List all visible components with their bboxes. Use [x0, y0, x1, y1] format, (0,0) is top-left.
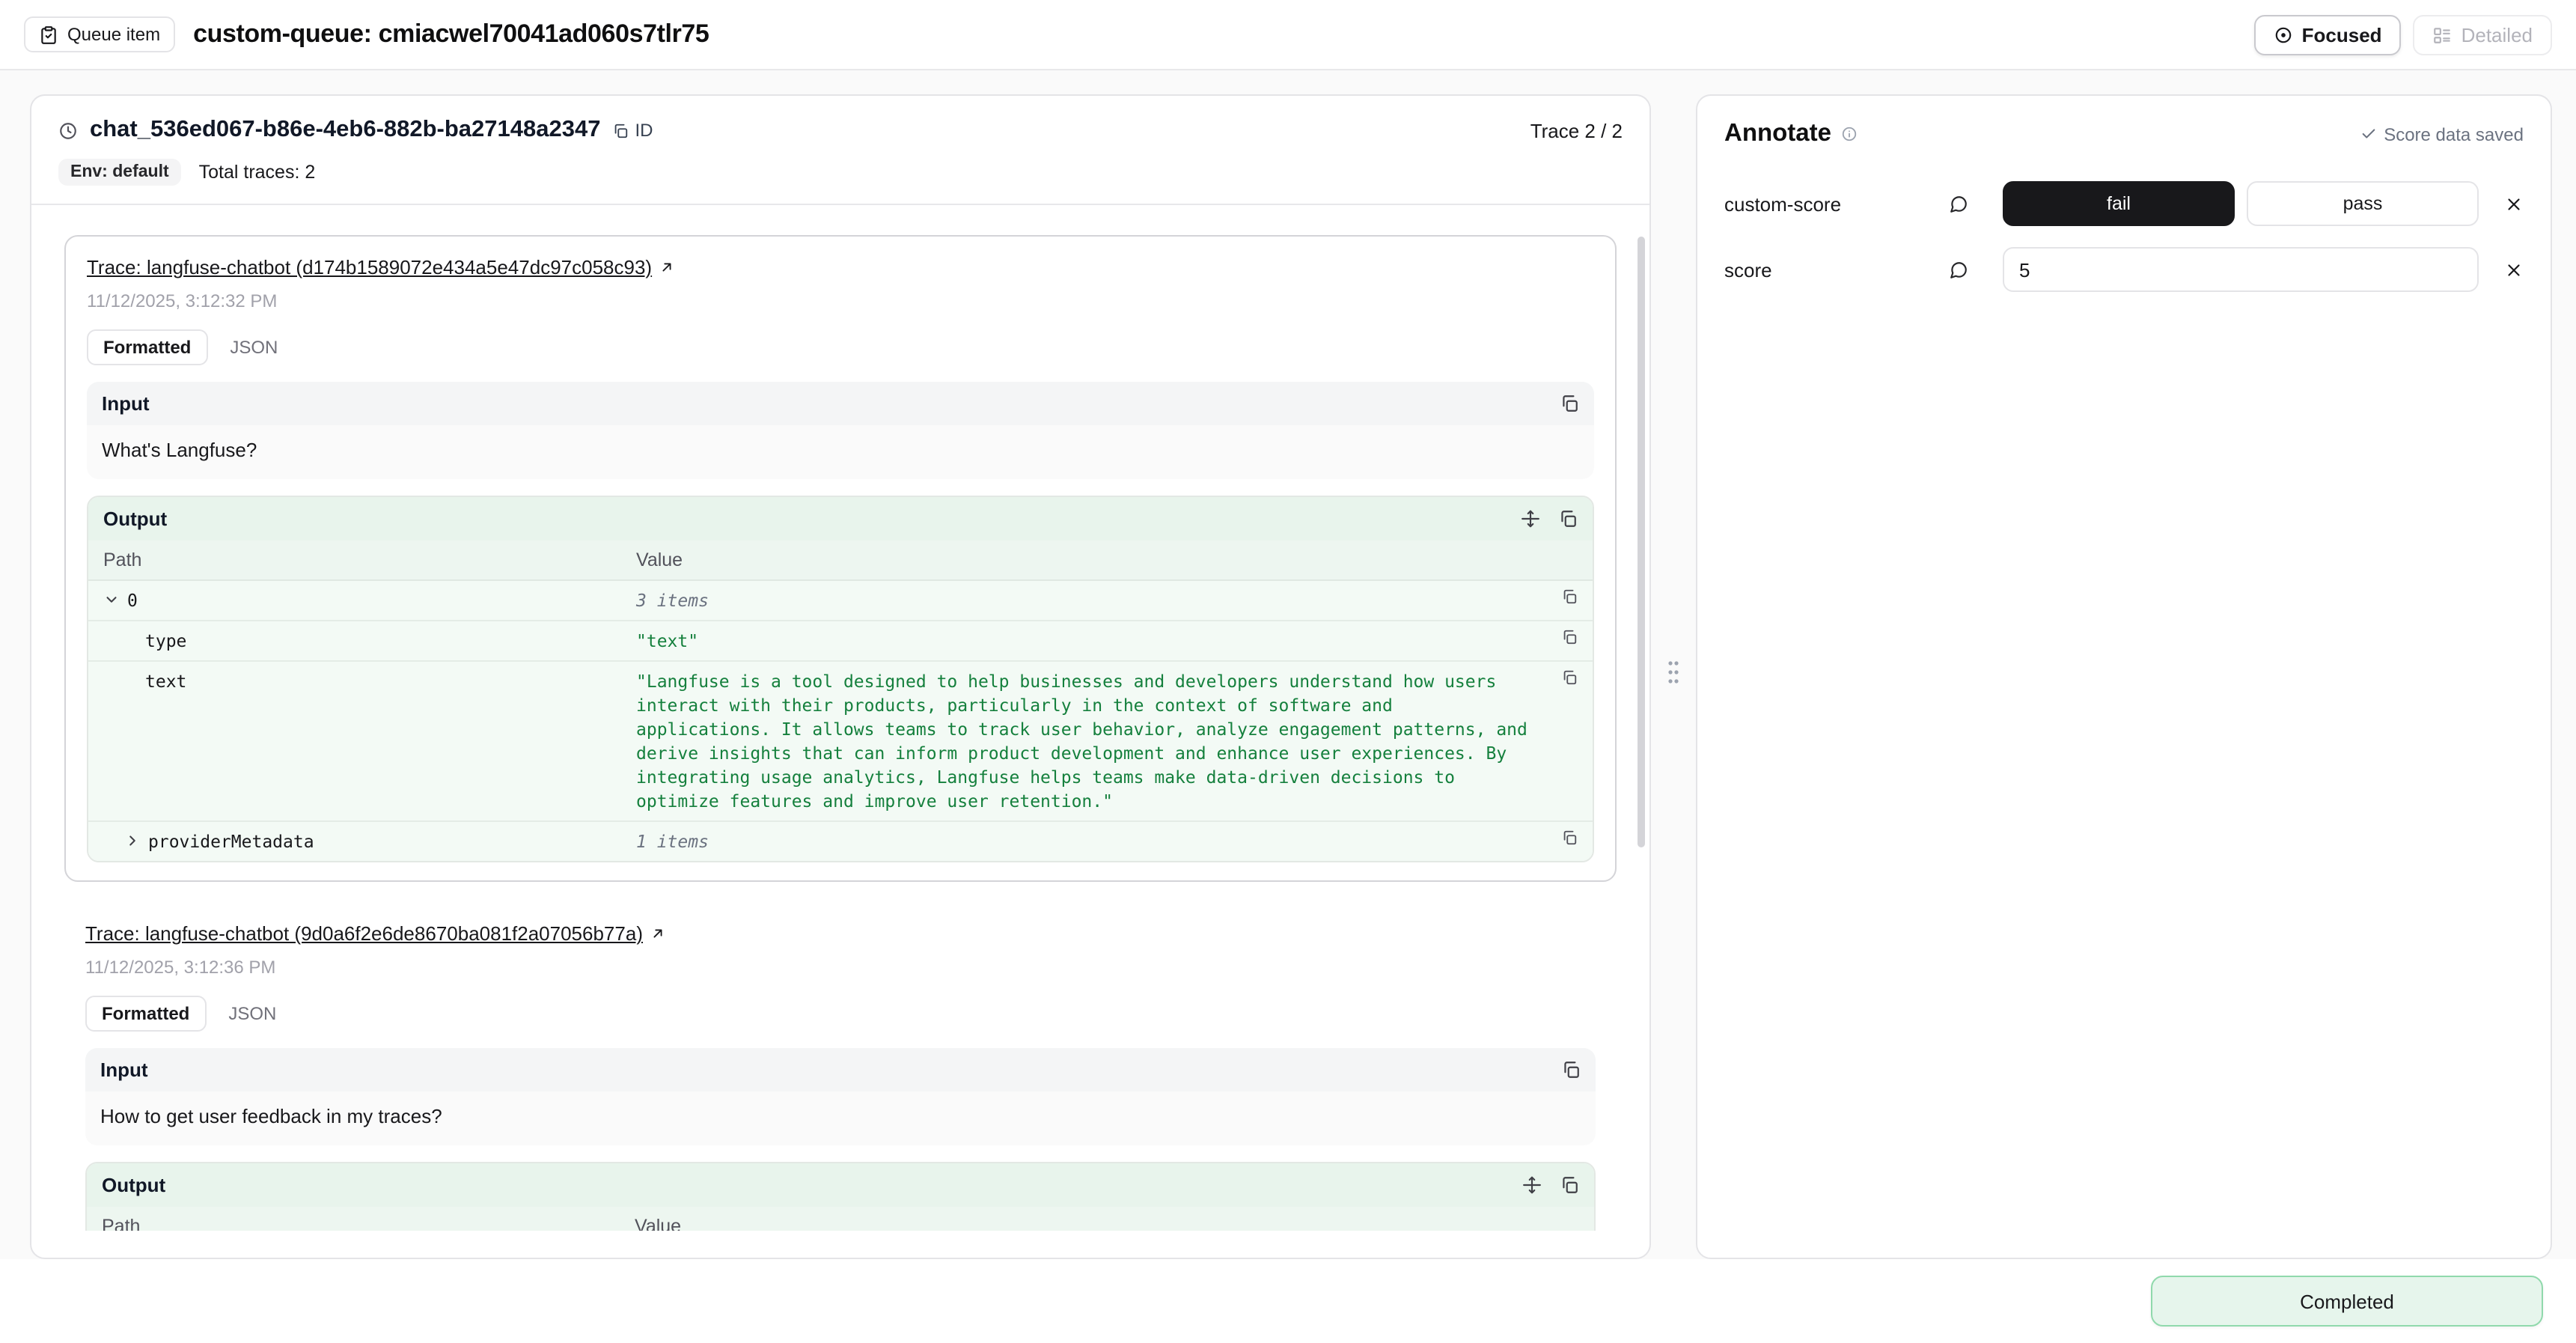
detailed-view-button[interactable]: Detailed [2414, 14, 2552, 55]
column-header-path: Path [87, 1207, 620, 1231]
output-label: Output [103, 508, 167, 530]
app-window: Queue item custom-queue: cmiacwel70041ad… [0, 0, 2576, 1343]
copy-icon[interactable] [1561, 588, 1578, 605]
trace-panel-header: chat_536ed067-b86e-4eb6-882b-ba27148a234… [31, 96, 1649, 150]
trace-list-scroll-area: Trace: langfuse-chatbot (d174b1589072e43… [31, 205, 1649, 1231]
tab-formatted[interactable]: Formatted [87, 329, 207, 365]
top-bar: Queue item custom-queue: cmiacwel70041ad… [0, 0, 2576, 70]
output-json-table-2: Path Value [87, 1207, 1594, 1231]
page-title: custom-queue: cmiacwel70041ad060s7tlr75 [193, 19, 709, 49]
column-header-value: Value [620, 1207, 1594, 1231]
score-row-custom-score: custom-score fail pass [1724, 181, 2524, 226]
format-tabs-1: Formatted JSON [87, 329, 294, 365]
score-name-label: custom-score [1724, 192, 1949, 215]
score-option-fail[interactable]: fail [2003, 181, 2235, 226]
input-label: Input [100, 1059, 148, 1081]
copy-icon[interactable] [1560, 394, 1579, 413]
copy-icon[interactable] [1561, 1060, 1581, 1079]
tab-formatted[interactable]: Formatted [85, 996, 206, 1032]
info-icon[interactable] [1840, 126, 1857, 142]
copy-icon[interactable] [1561, 829, 1578, 846]
score-value-input[interactable] [2003, 247, 2479, 292]
chevron-down-icon[interactable] [103, 591, 120, 608]
format-tabs-2: Formatted JSON [85, 996, 293, 1032]
input-text-1: What's Langfuse? [87, 425, 1594, 479]
delete-score-button[interactable] [2479, 194, 2524, 213]
trace-link-2[interactable]: Trace: langfuse-chatbot (9d0a6f2e6de8670… [85, 922, 665, 945]
focused-view-button[interactable]: Focused [2254, 14, 2402, 55]
trace-link-1[interactable]: Trace: langfuse-chatbot (d174b1589072e43… [87, 256, 674, 278]
column-header-path: Path [88, 540, 621, 580]
comment-icon[interactable] [1949, 260, 2003, 279]
expand-icon[interactable] [1521, 509, 1540, 529]
copy-icon[interactable] [1560, 1175, 1579, 1195]
total-traces-label: Total traces: 2 [199, 162, 316, 183]
trace-panel: chat_536ed067-b86e-4eb6-882b-ba27148a234… [30, 94, 1651, 1259]
check-icon [2360, 126, 2376, 142]
trace-card-2: Trace: langfuse-chatbot (9d0a6f2e6de8670… [64, 921, 1617, 1231]
queue-item-icon [39, 25, 58, 44]
output-block-1: Output Path [87, 496, 1594, 862]
env-badge: Env: default [58, 159, 181, 186]
input-block-1: Input What's Langfuse? [87, 382, 1594, 479]
table-row[interactable]: 0 3 items [88, 580, 1593, 621]
output-label: Output [102, 1174, 165, 1196]
copy-id-button[interactable]: ID [612, 120, 653, 141]
output-block-2: Output Path [85, 1162, 1596, 1231]
tab-json[interactable]: JSON [213, 329, 294, 365]
queue-item-badge-label: Queue item [67, 24, 160, 45]
chevron-right-icon[interactable] [124, 832, 141, 849]
focus-icon [2274, 25, 2293, 44]
external-link-icon [658, 259, 674, 275]
clock-icon [58, 121, 78, 140]
trace-card-1: Trace: langfuse-chatbot (d174b1589072e43… [64, 235, 1617, 882]
panel-resize-handle[interactable] [1664, 657, 1682, 687]
output-json-table-1: Path Value [88, 540, 1593, 861]
input-block-2: Input How to get user feedback in my tra… [85, 1048, 1596, 1145]
table-row: text "Langfuse is a tool designed to hel… [88, 661, 1593, 821]
score-saved-status: Score data saved [2360, 124, 2524, 144]
copy-icon[interactable] [1558, 509, 1578, 529]
score-name-label: score [1724, 258, 1949, 281]
queue-item-badge: Queue item [24, 16, 175, 52]
copy-icon [612, 122, 629, 138]
view-mode-switch: Focused Detailed [2254, 14, 2552, 55]
trace-timestamp-1: 11/12/2025, 3:12:32 PM [87, 290, 1594, 311]
expand-icon[interactable] [1522, 1175, 1542, 1195]
trace-counter: Trace 2 / 2 [1530, 119, 1623, 141]
table-row[interactable]: providerMetadata 1 items [88, 821, 1593, 861]
input-label: Input [102, 392, 150, 415]
score-row-score: score [1724, 247, 2524, 292]
copy-icon[interactable] [1561, 629, 1578, 645]
comment-icon[interactable] [1949, 194, 2003, 213]
annotate-panel: Annotate Score data saved custom-score f… [1696, 94, 2552, 1259]
detailed-layout-icon [2433, 25, 2453, 44]
trace-timestamp-2: 11/12/2025, 3:12:36 PM [85, 957, 1596, 978]
input-text-2: How to get user feedback in my traces? [85, 1091, 1596, 1145]
score-option-pass[interactable]: pass [2247, 181, 2479, 226]
table-row: type "text" [88, 621, 1593, 661]
footer-bar: Completed [0, 1259, 2576, 1343]
external-link-icon [649, 925, 665, 942]
delete-score-button[interactable] [2479, 260, 2524, 279]
trace-meta-row: Env: default Total traces: 2 [31, 150, 1649, 204]
trace-session-title: chat_536ed067-b86e-4eb6-882b-ba27148a234… [90, 117, 600, 144]
tab-json[interactable]: JSON [212, 996, 293, 1032]
vertical-scrollbar[interactable] [1638, 237, 1645, 847]
copy-icon[interactable] [1561, 669, 1578, 686]
column-header-value: Value [621, 540, 1593, 580]
annotate-title: Annotate [1724, 120, 1831, 148]
completed-button[interactable]: Completed [2151, 1276, 2543, 1327]
